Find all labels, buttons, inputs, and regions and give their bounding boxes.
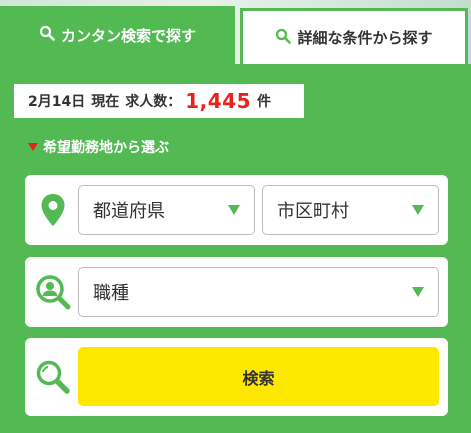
tab-simple-search[interactable]: カンタン検索で探す <box>0 6 235 64</box>
chevron-down-icon <box>412 287 424 297</box>
city-select-value: 市区町村 <box>277 201 349 222</box>
job-type-card: 職種 <box>25 257 448 327</box>
person-search-icon <box>35 274 71 310</box>
location-card: 都道府県 市区町村 <box>25 175 448 245</box>
job-type-select-value: 職種 <box>93 283 129 304</box>
search-icon <box>35 359 71 395</box>
job-count-bar: 2月14日 現在 求人数： 1,445 件 <box>14 84 304 118</box>
tab-simple-label: カンタン検索で探す <box>60 26 196 45</box>
map-pin-icon <box>35 192 71 228</box>
tab-detail-search[interactable]: 詳細な条件から探す <box>240 8 468 64</box>
section-title: 希望勤務地から選ぶ <box>28 137 169 157</box>
search-icon <box>39 25 55 45</box>
job-type-select[interactable]: 職種 <box>78 267 439 317</box>
search-button-label: 検索 <box>242 368 275 388</box>
tab-detail-label: 詳細な条件から探す <box>297 29 433 47</box>
count-label: 求人数： <box>125 94 182 110</box>
count-current: 現在 <box>91 94 120 110</box>
prefecture-select[interactable]: 都道府県 <box>78 185 255 235</box>
count-unit: 件 <box>257 94 271 110</box>
triangle-down-icon <box>28 143 38 151</box>
search-card: 検索 <box>25 338 448 416</box>
search-icon <box>275 28 292 48</box>
chevron-down-icon <box>412 205 424 215</box>
section-title-text: 希望勤務地から選ぶ <box>43 140 169 156</box>
chevron-down-icon <box>228 205 240 215</box>
search-button[interactable]: 検索 <box>78 347 439 406</box>
city-select[interactable]: 市区町村 <box>262 185 439 235</box>
prefecture-select-value: 都道府県 <box>93 201 165 222</box>
job-count-value: 1,445 <box>185 89 251 113</box>
count-date: 2月14日 <box>28 94 86 110</box>
